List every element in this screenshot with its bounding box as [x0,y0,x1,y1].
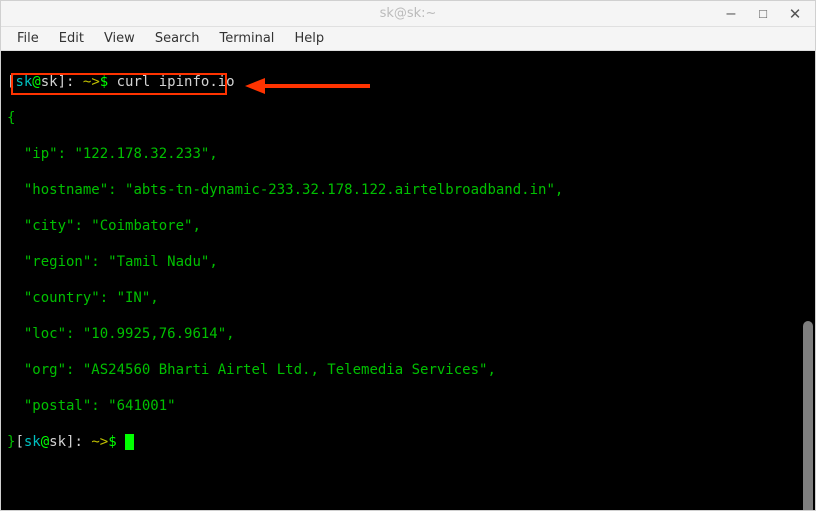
cursor [125,434,134,450]
menu-edit[interactable]: Edit [49,29,94,48]
menu-view[interactable]: View [94,29,145,48]
minimize-button[interactable]: – [715,2,747,26]
prompt-line-2: }[sk@sk]: ~>$ [7,433,809,451]
terminal-window: sk@sk:~ – □ ✕ File Edit View Search Term… [0,0,816,511]
menu-terminal[interactable]: Terminal [209,29,284,48]
json-open-brace: { [7,109,809,127]
menu-file[interactable]: File [7,29,49,48]
menu-search[interactable]: Search [145,29,210,48]
menu-help[interactable]: Help [284,29,334,48]
json-city-line: "city": "Coimbatore", [7,217,809,235]
json-region-line: "region": "Tamil Nadu", [7,253,809,271]
window-controls: – □ ✕ [715,1,811,26]
json-loc-line: "loc": "10.9925,76.9614", [7,325,809,343]
command-text: curl ipinfo.io [117,74,235,90]
json-postal-line: "postal": "641001" [7,397,809,415]
json-country-line: "country": "IN", [7,289,809,307]
json-org-line: "org": "AS24560 Bharti Airtel Ltd., Tele… [7,361,809,379]
close-button[interactable]: ✕ [779,2,811,26]
prompt-line-1: [sk@sk]: ~>$ curl ipinfo.io [7,73,809,91]
titlebar: sk@sk:~ – □ ✕ [1,1,815,27]
scrollbar[interactable] [803,321,813,510]
json-ip-line: "ip": "122.178.32.233", [7,145,809,163]
json-hostname-line: "hostname": "abts-tn-dynamic-233.32.178.… [7,181,809,199]
terminal-output[interactable]: [sk@sk]: ~>$ curl ipinfo.io { "ip": "122… [1,51,815,510]
window-title: sk@sk:~ [380,6,437,21]
menubar: File Edit View Search Terminal Help [1,27,815,51]
maximize-button[interactable]: □ [747,2,779,26]
